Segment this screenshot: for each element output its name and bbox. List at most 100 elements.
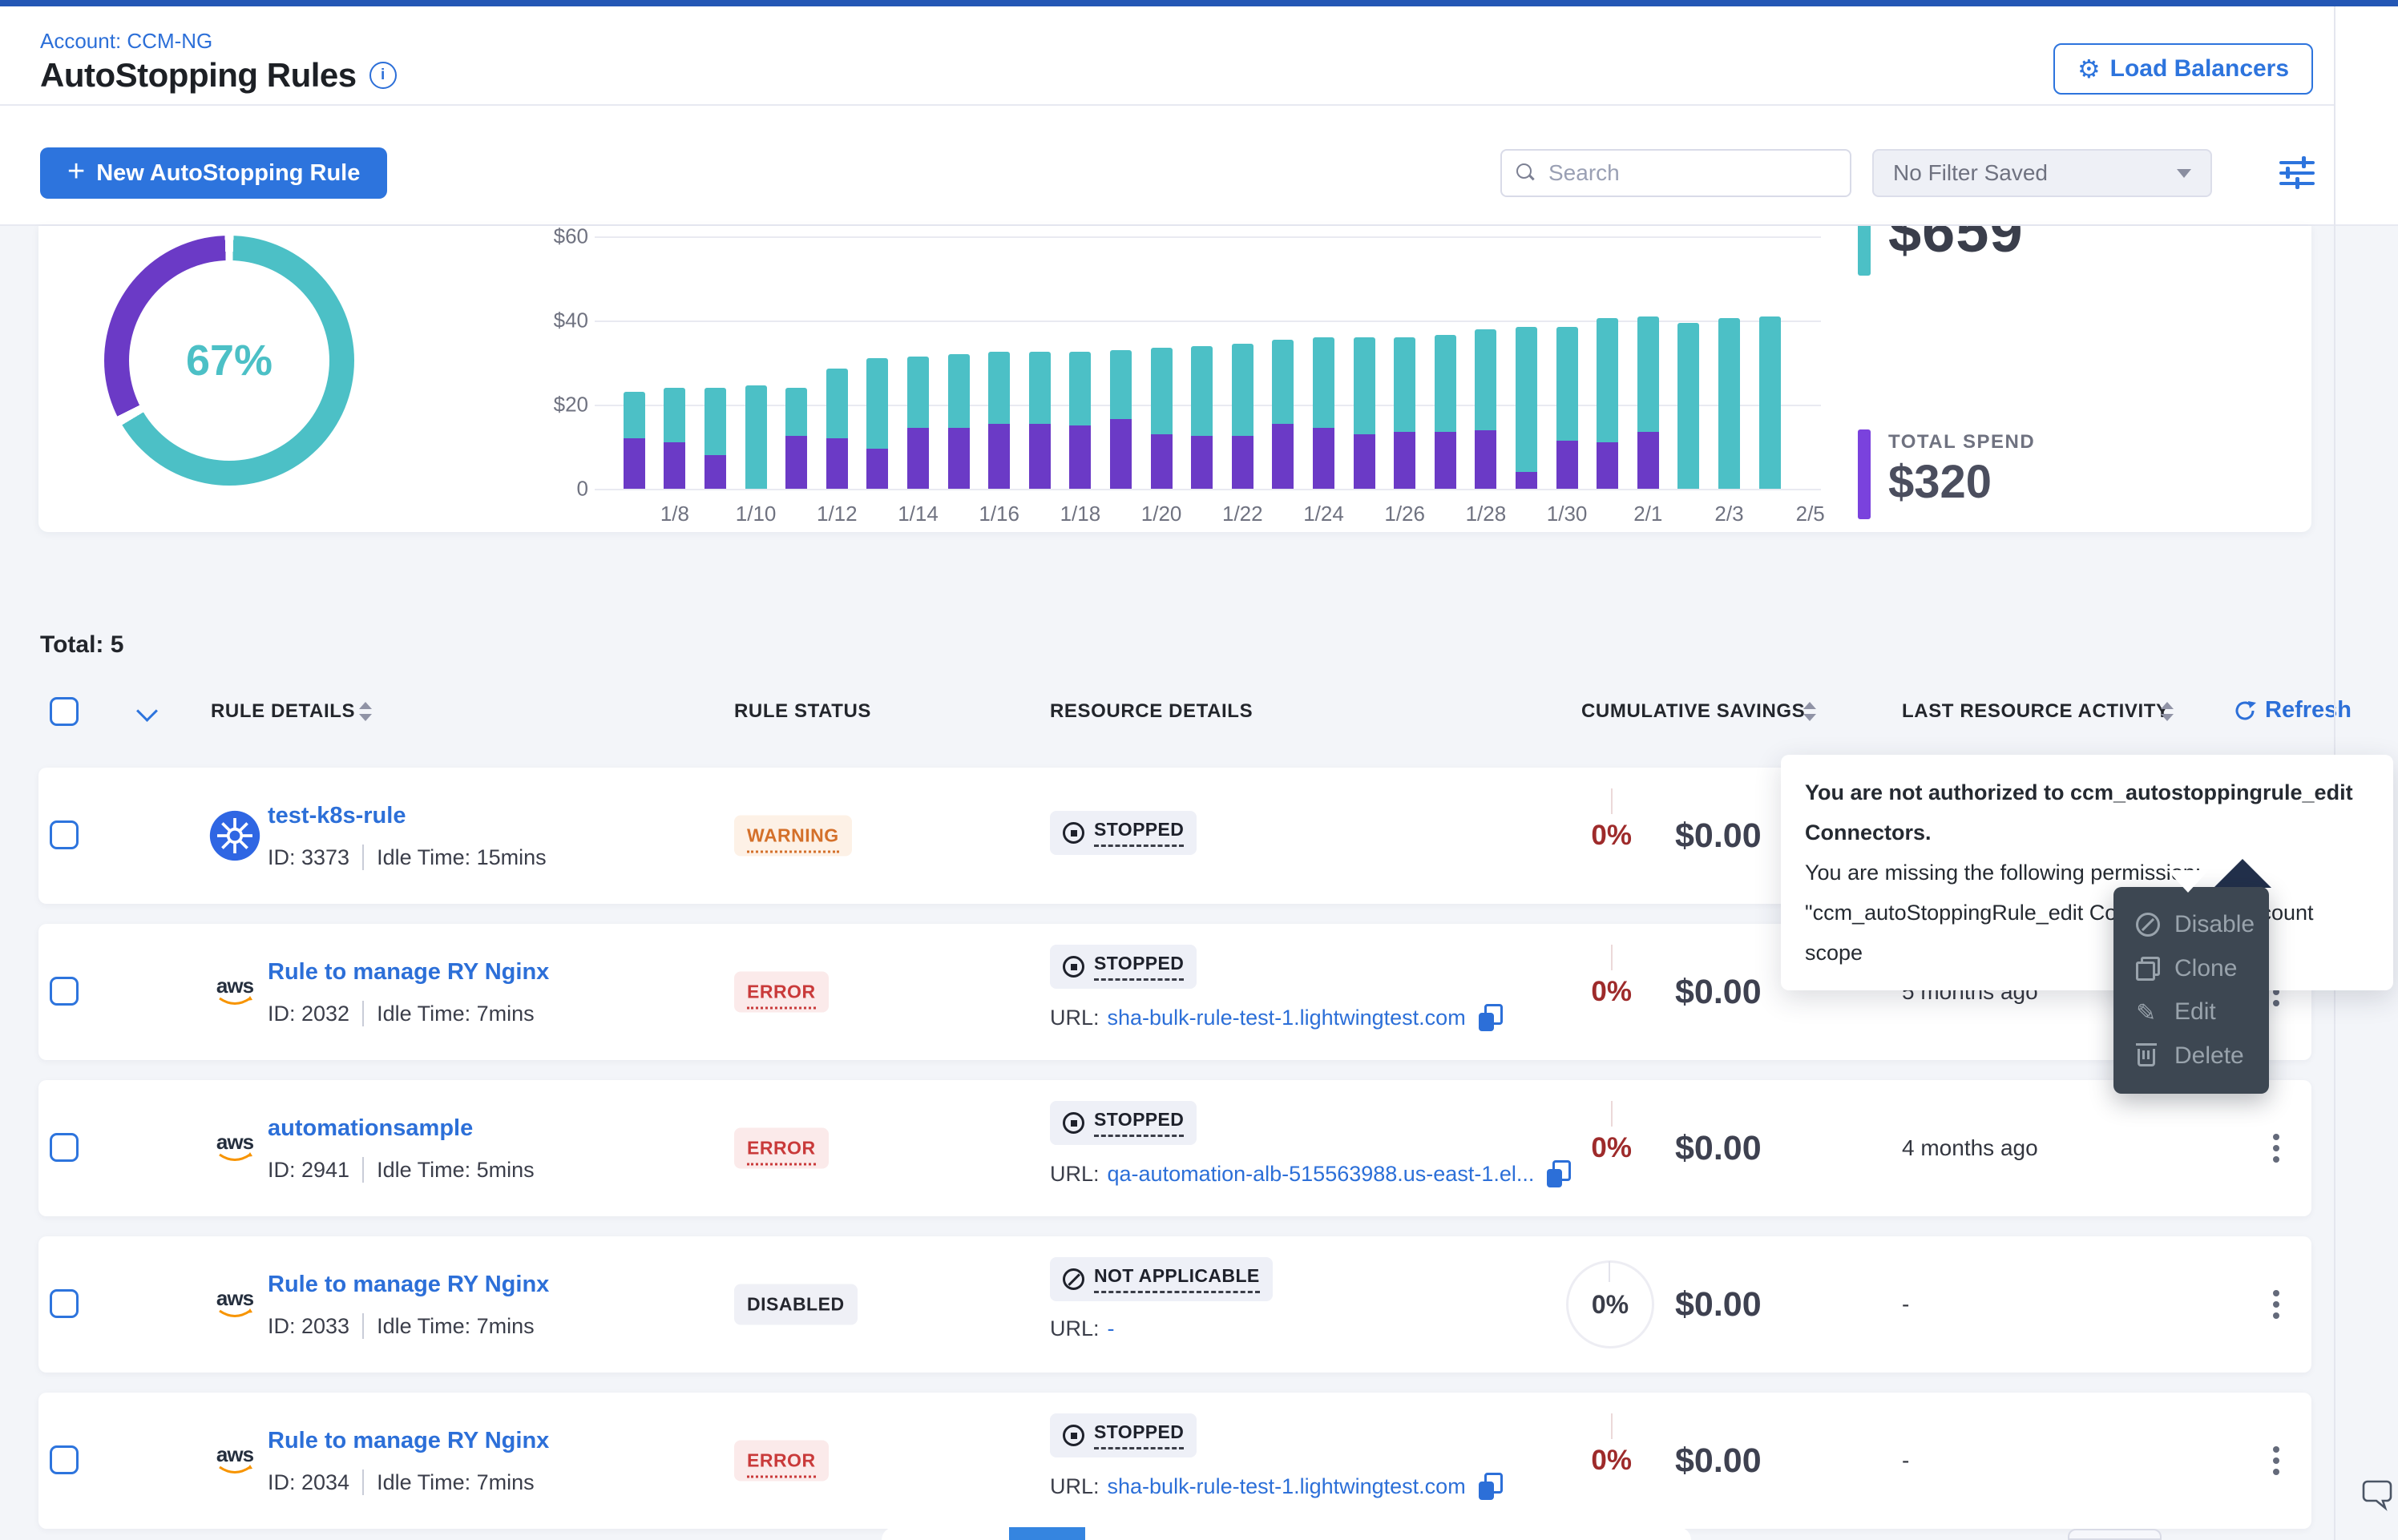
savings-percent: 0% bbox=[1566, 1260, 1654, 1349]
bar-segment-savings bbox=[1354, 337, 1375, 434]
row-checkbox[interactable] bbox=[50, 1289, 79, 1318]
bar-segment-savings bbox=[826, 369, 848, 438]
rule-name-link[interactable]: test-k8s-rule bbox=[268, 803, 406, 829]
rule-name-link[interactable]: Rule to manage RY Nginx bbox=[268, 1428, 549, 1454]
search-icon bbox=[1516, 163, 1536, 183]
permission-tooltip: You are not authorized to ccm_autostoppi… bbox=[1781, 755, 2393, 990]
gridline bbox=[595, 236, 1821, 238]
chevron-down-icon bbox=[2177, 169, 2191, 178]
aws-icon: aws bbox=[207, 1120, 263, 1176]
bar-segment-spend bbox=[1110, 419, 1132, 489]
bar-segment-savings bbox=[1475, 329, 1496, 430]
row-checkbox[interactable] bbox=[50, 820, 79, 849]
col-last-resource-activity[interactable]: LAST RESOURCE ACTIVITY bbox=[1902, 700, 2170, 723]
not-applicable-icon bbox=[1063, 1268, 1084, 1290]
sort-icon[interactable] bbox=[359, 700, 372, 723]
bar-segment-savings bbox=[988, 352, 1010, 423]
copy-icon[interactable] bbox=[1479, 1473, 1503, 1500]
x-axis-label: 1/28 bbox=[1450, 502, 1522, 526]
row-menu-icon[interactable] bbox=[2273, 1457, 2279, 1464]
search-input[interactable] bbox=[1547, 159, 1823, 187]
menu-item-clone[interactable]: Clone bbox=[2136, 955, 2269, 982]
col-rule-details[interactable]: RULE DETAILS bbox=[211, 700, 355, 723]
row-menu-icon[interactable] bbox=[2273, 1301, 2279, 1308]
kubernetes-icon bbox=[207, 808, 263, 864]
page-header: Account: CCM-NG AutoStopping Rules i ⚙ L… bbox=[0, 6, 2398, 106]
search-box[interactable] bbox=[1500, 149, 1851, 197]
savings-amount: $0.00 bbox=[1675, 1393, 1762, 1529]
resource-url-link[interactable]: qa-automation-alb-515563988.us-east-1.el… bbox=[1108, 1162, 1535, 1187]
savings-donut-chart: 67% bbox=[104, 236, 354, 486]
rule-status-badge: ERROR bbox=[734, 1441, 829, 1482]
resource-url-link[interactable]: sha-bulk-rule-test-1.lightwingtest.com bbox=[1108, 1474, 1466, 1499]
rule-meta: ID: 2941Idle Time: 5mins bbox=[268, 1157, 535, 1183]
savings-amount: $0.00 bbox=[1675, 1236, 1762, 1373]
bar-segment-savings bbox=[1232, 344, 1254, 437]
bar-segment-savings bbox=[1151, 348, 1173, 434]
menu-caret bbox=[2214, 859, 2271, 888]
rule-name-link[interactable]: automationsample bbox=[268, 1115, 473, 1142]
row-checkbox[interactable] bbox=[50, 1445, 79, 1474]
row-checkbox[interactable] bbox=[50, 1133, 79, 1162]
load-balancers-button[interactable]: ⚙ Load Balancers bbox=[2053, 43, 2313, 95]
stopped-icon bbox=[1063, 822, 1084, 844]
row-menu-icon[interactable] bbox=[2273, 1145, 2279, 1151]
bar-segment-savings bbox=[704, 388, 726, 455]
menu-item-disable[interactable]: Disable bbox=[2136, 911, 2269, 938]
resource-url-link[interactable]: sha-bulk-rule-test-1.lightwingtest.com bbox=[1108, 1006, 1466, 1030]
resource-url-link[interactable]: - bbox=[1108, 1316, 1115, 1341]
copy-icon[interactable] bbox=[1479, 1004, 1503, 1031]
bar-segment-savings bbox=[1597, 318, 1618, 442]
bulk-select-chevron-icon[interactable] bbox=[136, 700, 158, 722]
filter-panel-icon[interactable] bbox=[2279, 157, 2315, 189]
refresh-icon bbox=[2233, 699, 2257, 723]
x-axis-label: 2/5 bbox=[1774, 502, 1847, 526]
savings-percent: 0% bbox=[1544, 1393, 1632, 1529]
saved-filter-dropdown[interactable]: No Filter Saved bbox=[1872, 149, 2212, 197]
autostopping-rules-page: Account: CCM-NG AutoStopping Rules i ⚙ L… bbox=[0, 0, 2398, 1540]
resource-state-badge: STOPPED bbox=[1050, 945, 1197, 989]
spend-marker bbox=[1858, 429, 1871, 519]
rule-name-link[interactable]: Rule to manage RY Nginx bbox=[268, 1272, 549, 1298]
menu-item-delete[interactable]: Delete bbox=[2136, 1042, 2269, 1070]
summary-chart-card: 67% $60$40$2001/81/101/121/141/161/181/2… bbox=[38, 226, 2311, 532]
new-autostopping-rule-button[interactable]: + New AutoStopping Rule bbox=[40, 147, 387, 199]
edit-icon: ✎ bbox=[2136, 1000, 2160, 1024]
help-chat-icon[interactable] bbox=[2360, 1476, 2396, 1513]
savings-amount: $0.00 bbox=[1675, 768, 1762, 904]
bar-segment-savings bbox=[1759, 316, 1781, 489]
select-all-checkbox[interactable] bbox=[50, 697, 79, 726]
x-axis-label: 2/3 bbox=[1694, 502, 1766, 526]
rule-meta: ID: 2033Idle Time: 7mins bbox=[268, 1313, 535, 1339]
bar-segment-spend bbox=[1232, 436, 1254, 489]
savings-percent: 0% bbox=[1544, 1080, 1632, 1216]
x-axis-label: 2/1 bbox=[1612, 502, 1684, 526]
bar-segment-spend bbox=[948, 428, 970, 489]
bar-segment-spend bbox=[785, 436, 807, 489]
resource-url: URL:sha-bulk-rule-test-1.lightwingtest.c… bbox=[1050, 1004, 1503, 1031]
col-cumulative-savings[interactable]: CUMULATIVE SAVINGS bbox=[1581, 700, 1805, 723]
bar-segment-savings bbox=[1637, 316, 1659, 432]
bar-segment-savings bbox=[1313, 337, 1334, 428]
pagination-active-page[interactable] bbox=[1009, 1527, 1085, 1540]
last-activity: - bbox=[1902, 1236, 1909, 1373]
menu-item-edit[interactable]: ✎Edit bbox=[2136, 998, 2269, 1026]
rule-status-badge: ERROR bbox=[734, 1128, 829, 1169]
info-icon[interactable]: i bbox=[369, 62, 397, 89]
page-title: AutoStopping Rules bbox=[40, 56, 357, 95]
rule-name-link[interactable]: Rule to manage RY Nginx bbox=[268, 959, 549, 986]
gridline bbox=[595, 489, 1821, 490]
bar-segment-spend bbox=[1394, 432, 1415, 489]
x-axis-label: 1/14 bbox=[882, 502, 955, 526]
bar-segment-savings bbox=[664, 388, 685, 442]
bar-segment-savings bbox=[948, 354, 970, 428]
bar-segment-spend bbox=[664, 442, 685, 489]
breadcrumb-account-link[interactable]: Account: CCM-NG bbox=[40, 29, 212, 54]
rule-status-badge: WARNING bbox=[734, 816, 852, 857]
pagination-page-size-button[interactable] bbox=[2068, 1529, 2162, 1540]
sort-icon[interactable] bbox=[2161, 700, 2174, 723]
sort-icon[interactable] bbox=[1803, 700, 1816, 723]
savings-amount: $0.00 bbox=[1675, 924, 1762, 1060]
x-axis-label: 1/24 bbox=[1288, 502, 1360, 526]
row-checkbox[interactable] bbox=[50, 977, 79, 1006]
